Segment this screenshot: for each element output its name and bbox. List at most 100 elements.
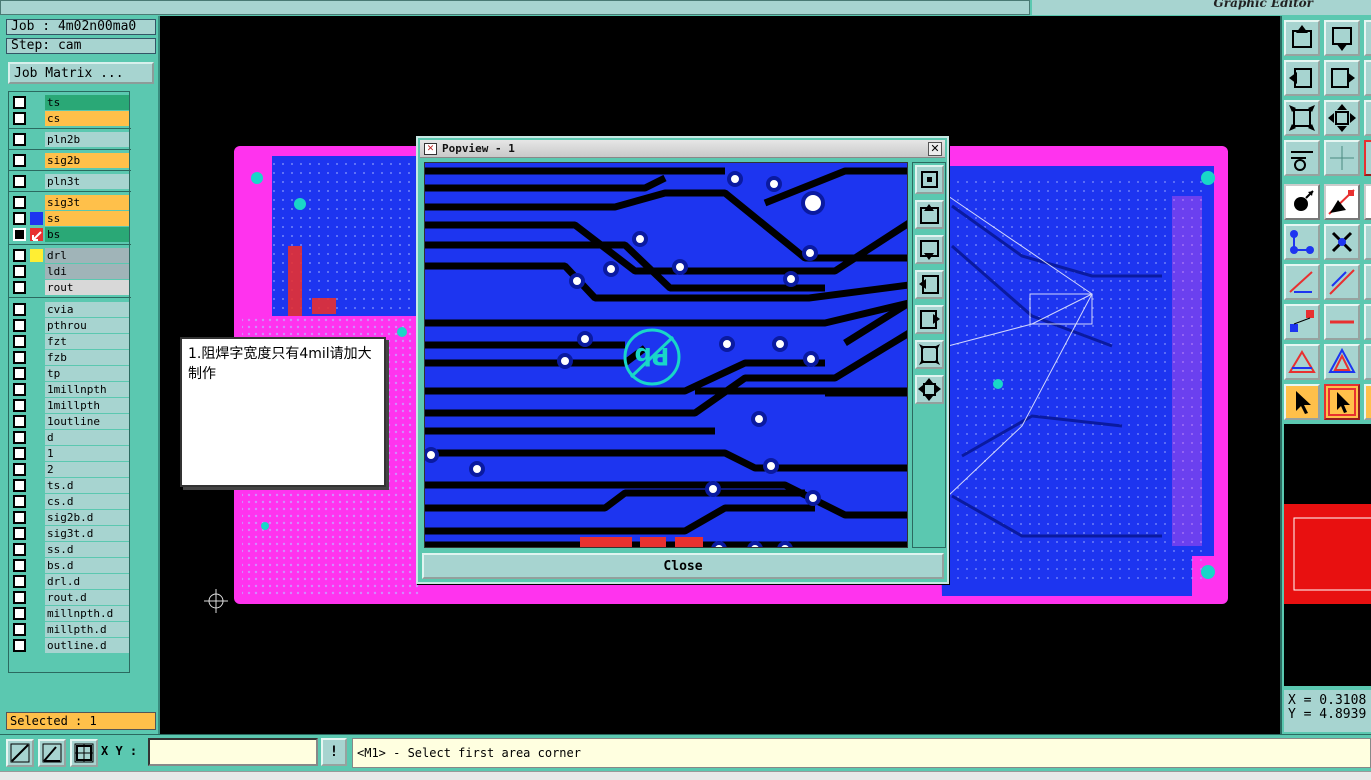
arc-tool-icon[interactable] xyxy=(1284,264,1320,300)
layer-name[interactable]: rout.d xyxy=(45,590,129,605)
triangle-tool-icon[interactable] xyxy=(1284,344,1320,380)
layer-row-cs[interactable]: cs xyxy=(11,111,129,126)
layer-name[interactable]: cs.d xyxy=(45,494,129,509)
layer-name[interactable]: sig2b xyxy=(45,153,129,168)
layer-row-pln3t[interactable]: pln3t xyxy=(11,174,129,189)
layer-row-cvia[interactable]: cvia xyxy=(11,302,129,317)
layer-row-ts-d[interactable]: ts.d xyxy=(11,478,129,493)
job-matrix-button[interactable]: Job Matrix ... xyxy=(8,62,154,84)
exclamation-button[interactable]: ! xyxy=(321,738,347,766)
panel-toggle-icon[interactable] xyxy=(1364,224,1371,260)
layer-checkbox[interactable] xyxy=(13,303,26,316)
xy-input[interactable] xyxy=(148,738,318,766)
layer-name[interactable]: pthrou xyxy=(45,318,129,333)
layer-checkbox[interactable] xyxy=(13,249,26,262)
panel-toggle-icon[interactable] xyxy=(1364,140,1371,176)
panel-toggle-icon[interactable] xyxy=(1364,384,1371,420)
layer-checkbox[interactable] xyxy=(13,175,26,188)
layer-name[interactable]: fzt xyxy=(45,334,129,349)
layer-name[interactable]: bs.d xyxy=(45,558,129,573)
layer-name[interactable]: ss xyxy=(45,211,129,226)
layer-row-ss-d[interactable]: ss.d xyxy=(11,542,129,557)
snap-tool-icon[interactable] xyxy=(6,739,34,767)
layer-row-millpth-d[interactable]: millpth.d xyxy=(11,622,129,637)
layer-row-bs-d[interactable]: bs.d xyxy=(11,558,129,573)
horizontal-line-tool-icon[interactable] xyxy=(1324,304,1360,340)
layer-checkbox[interactable] xyxy=(13,335,26,348)
layer-name[interactable]: ts xyxy=(45,95,129,110)
pan-up-tool-icon[interactable] xyxy=(1284,20,1320,56)
layer-row-rout[interactable]: rout xyxy=(11,280,129,295)
layer-row-1millpth[interactable]: 1millpth xyxy=(11,398,129,413)
zoom-home-icon[interactable] xyxy=(915,165,944,194)
select-area-icon[interactable] xyxy=(1324,384,1360,420)
layer-row-ss[interactable]: ss xyxy=(11,211,129,226)
layer-name[interactable]: ldi xyxy=(45,264,129,279)
pan-down-tool-icon[interactable] xyxy=(1324,20,1360,56)
layer-name[interactable]: ss.d xyxy=(45,542,129,557)
layer-name[interactable]: fzb xyxy=(45,350,129,365)
layer-row-drl[interactable]: drl xyxy=(11,248,129,263)
pan-right-icon[interactable] xyxy=(915,305,944,334)
select-arrow-icon[interactable] xyxy=(1284,384,1320,420)
layer-row-1[interactable]: 1 xyxy=(11,446,129,461)
layer-checkbox[interactable] xyxy=(13,212,26,225)
measure-tool-icon[interactable] xyxy=(1284,140,1320,176)
layer-name[interactable]: ts.d xyxy=(45,478,129,493)
popview-canvas[interactable]: Pb xyxy=(424,162,908,548)
panel-toggle-icon[interactable] xyxy=(1364,264,1371,300)
layer-name[interactable]: sig3t.d xyxy=(45,526,129,541)
pad-tool-icon[interactable] xyxy=(1284,184,1320,220)
layer-row-drl-d[interactable]: drl.d xyxy=(11,574,129,589)
delete-tool-icon[interactable] xyxy=(1324,224,1360,260)
polygon-tool-icon[interactable] xyxy=(1324,344,1360,380)
layer-name[interactable]: 2 xyxy=(45,462,129,477)
layer-checkbox[interactable] xyxy=(13,383,26,396)
pan-left-tool-icon[interactable] xyxy=(1284,60,1320,96)
layer-row-1millnpth[interactable]: 1millnpth xyxy=(11,382,129,397)
pan-right-tool-icon[interactable] xyxy=(1324,60,1360,96)
layer-name[interactable]: 1 xyxy=(45,446,129,461)
zoom-in-icon[interactable] xyxy=(915,340,944,369)
layer-row-2[interactable]: 2 xyxy=(11,462,129,477)
popview-titlebar[interactable]: ✕ Popview - 1 ✕ xyxy=(420,140,945,158)
layer-row-fzt[interactable]: fzt xyxy=(11,334,129,349)
layer-name[interactable]: 1millnpth xyxy=(45,382,129,397)
layer-name[interactable]: d xyxy=(45,430,129,445)
zoom-in-tool-icon[interactable] xyxy=(1284,100,1320,136)
layer-checkbox[interactable] xyxy=(13,639,26,652)
pan-left-icon[interactable] xyxy=(915,270,944,299)
layer-name[interactable]: 1outline xyxy=(45,414,129,429)
layer-name[interactable]: sig3t xyxy=(45,195,129,210)
layer-checkbox[interactable] xyxy=(13,543,26,556)
layer-checkbox[interactable] xyxy=(13,154,26,167)
board-overview[interactable] xyxy=(1284,424,1371,686)
layer-name[interactable]: sig2b.d xyxy=(45,510,129,525)
layer-checkbox[interactable] xyxy=(13,196,26,209)
layer-checkbox[interactable] xyxy=(13,415,26,428)
close-icon[interactable]: ✕ xyxy=(928,142,942,156)
layer-row-tp[interactable]: tp xyxy=(11,366,129,381)
layer-checkbox[interactable] xyxy=(13,607,26,620)
layer-row-d[interactable]: d xyxy=(11,430,129,445)
layer-checkbox[interactable] xyxy=(13,447,26,460)
diagonal-tool-icon[interactable] xyxy=(1324,264,1360,300)
line-tool-icon[interactable] xyxy=(1324,184,1360,220)
panel-toggle-icon[interactable] xyxy=(1364,344,1371,380)
layer-name[interactable]: 1millpth xyxy=(45,398,129,413)
layer-checkbox[interactable] xyxy=(13,527,26,540)
layer-row-sig3t-d[interactable]: sig3t.d xyxy=(11,526,129,541)
layer-checkbox[interactable] xyxy=(13,96,26,109)
layer-name[interactable]: pln3t xyxy=(45,174,129,189)
grid-snap-icon[interactable] xyxy=(70,739,98,767)
panel-toggle-icon[interactable] xyxy=(1364,100,1371,136)
pan-up-icon[interactable] xyxy=(915,200,944,229)
layer-name[interactable]: pln2b xyxy=(45,132,129,147)
layer-checkbox[interactable] xyxy=(13,575,26,588)
layer-name[interactable]: cvia xyxy=(45,302,129,317)
layer-row-cs-d[interactable]: cs.d xyxy=(11,494,129,509)
layer-checkbox[interactable] xyxy=(13,623,26,636)
layer-name[interactable]: millnpth.d xyxy=(45,606,129,621)
layer-checkbox[interactable] xyxy=(13,133,26,146)
layer-checkbox[interactable] xyxy=(13,479,26,492)
